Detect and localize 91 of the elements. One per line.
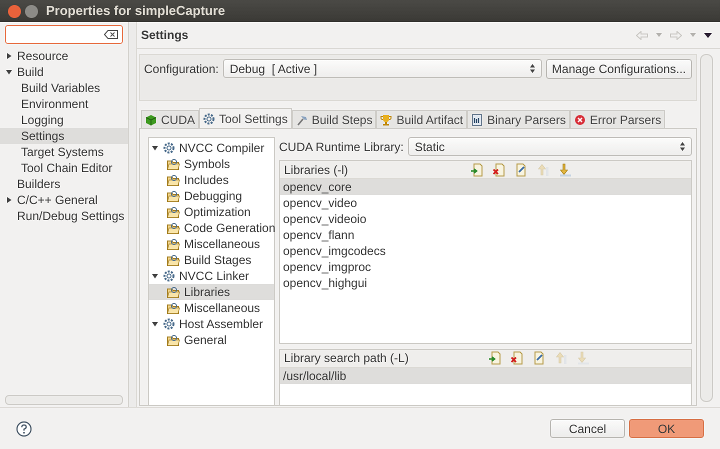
view-menu-icon[interactable] <box>704 32 712 38</box>
folder-icon <box>167 238 180 250</box>
delete-icon[interactable] <box>510 351 524 366</box>
tab[interactable]: CUDA <box>141 110 200 128</box>
tree-item[interactable]: NVCC Linker <box>149 268 274 284</box>
folder-icon <box>167 222 180 234</box>
horizontal-scrollbar[interactable] <box>5 395 123 405</box>
sidebar-item[interactable]: C/C++ General <box>0 192 128 208</box>
page-title: Settings <box>141 27 190 43</box>
sidebar-item[interactable]: Settings <box>0 128 128 144</box>
sidebar-item[interactable]: Resource <box>0 48 128 64</box>
folder-icon <box>167 286 180 298</box>
spinner-icon <box>530 64 535 73</box>
spinner-icon <box>680 142 685 151</box>
list-item[interactable]: opencv_flann <box>280 227 691 243</box>
edit-icon[interactable] <box>514 162 528 176</box>
tree-item[interactable]: NVCC Compiler <box>149 140 274 156</box>
runtime-select[interactable]: Static <box>408 137 692 156</box>
tree-item[interactable]: General <box>149 332 274 348</box>
tree-item[interactable]: Includes <box>149 172 274 188</box>
expand-arrow-icon[interactable] <box>151 272 159 280</box>
configuration-label: Configuration: <box>144 61 219 77</box>
tab[interactable]: Error Parsers <box>570 110 666 128</box>
folder-icon <box>167 174 180 186</box>
edit-icon[interactable] <box>532 351 546 366</box>
sidebar-item[interactable]: Logging <box>0 112 128 128</box>
expand-arrow-icon[interactable] <box>151 144 159 152</box>
expand-arrow-icon[interactable] <box>5 52 13 60</box>
cube-icon <box>145 114 157 126</box>
folder-icon <box>167 334 180 346</box>
sidebar-item[interactable]: Run/Debug Settings <box>0 208 128 224</box>
tree-item[interactable]: Optimization <box>149 204 274 220</box>
runtime-label: CUDA Runtime Library: <box>279 138 404 154</box>
hammer-icon <box>296 114 308 126</box>
clear-icon[interactable] <box>104 30 118 39</box>
sidebar-item[interactable]: Builders <box>0 176 128 192</box>
gear-icon <box>163 318 175 330</box>
sidebar-item[interactable]: Environment <box>0 96 128 112</box>
minimize-button[interactable] <box>25 4 38 18</box>
gear-icon <box>163 270 175 282</box>
trophy-icon <box>380 114 392 126</box>
tree-item[interactable]: Build Stages <box>149 252 274 268</box>
list-item[interactable]: opencv_videoio <box>280 211 691 227</box>
sidebar-item[interactable]: Build Variables <box>0 80 128 96</box>
tree-item[interactable]: Host Assembler <box>149 316 274 332</box>
sidebar-item[interactable]: Build <box>0 64 128 80</box>
window-title: Properties for simpleCapture <box>46 3 226 19</box>
tab[interactable]: Binary Parsers <box>467 110 570 128</box>
tree-item[interactable]: Code Generation <box>149 220 274 236</box>
folder-icon <box>167 190 180 202</box>
ok-button[interactable]: OK <box>629 419 704 438</box>
document-icon <box>471 114 484 126</box>
tree-item[interactable]: Debugging <box>149 188 274 204</box>
list-item[interactable]: opencv_imgproc <box>280 259 691 275</box>
list-title: Libraries (-l) <box>284 162 348 178</box>
folder-icon <box>167 206 180 218</box>
list-item[interactable]: opencv_core <box>280 179 691 195</box>
cancel-button[interactable]: Cancel <box>550 419 625 438</box>
close-button[interactable] <box>8 4 21 18</box>
list-title: Library search path (-L) <box>284 350 409 366</box>
tab[interactable]: Tool Settings <box>199 108 292 128</box>
help-icon[interactable] <box>16 420 32 436</box>
sidebar-item[interactable]: Tool Chain Editor <box>0 160 128 176</box>
expand-arrow-icon[interactable] <box>5 196 13 204</box>
delete-icon[interactable] <box>492 162 506 176</box>
tab[interactable]: Build Steps <box>292 110 376 128</box>
expand-arrow-icon[interactable] <box>5 68 13 76</box>
tree-item[interactable]: Symbols <box>149 156 274 172</box>
folder-icon <box>167 254 180 266</box>
add-icon[interactable] <box>470 162 484 176</box>
tree-item[interactable]: Miscellaneous <box>149 300 274 316</box>
filter-field[interactable] <box>5 25 123 44</box>
tab[interactable]: Build Artifact <box>376 110 468 128</box>
sidebar-item[interactable]: Target Systems <box>0 144 128 160</box>
tree-item[interactable]: Libraries <box>149 284 274 300</box>
expand-arrow-icon[interactable] <box>151 320 159 328</box>
configuration-select[interactable]: Debug [ Active ] <box>222 59 542 78</box>
manage-configurations-button[interactable]: Manage Configurations... <box>546 59 692 79</box>
list-item[interactable]: opencv_highgui <box>280 275 691 291</box>
gear-icon <box>203 112 216 124</box>
list-item[interactable]: opencv_video <box>280 195 691 211</box>
folder-icon <box>167 158 180 170</box>
vertical-scrollbar[interactable] <box>700 54 713 402</box>
tree-item[interactable]: Miscellaneous <box>149 236 274 252</box>
list-item[interactable]: opencv_imgcodecs <box>280 243 691 259</box>
list-item[interactable]: /usr/local/lib <box>280 368 691 384</box>
folder-icon <box>167 302 180 314</box>
add-icon[interactable] <box>488 351 502 366</box>
move-down-icon[interactable] <box>558 162 572 176</box>
error-icon <box>574 114 586 126</box>
gear-icon <box>163 142 175 154</box>
